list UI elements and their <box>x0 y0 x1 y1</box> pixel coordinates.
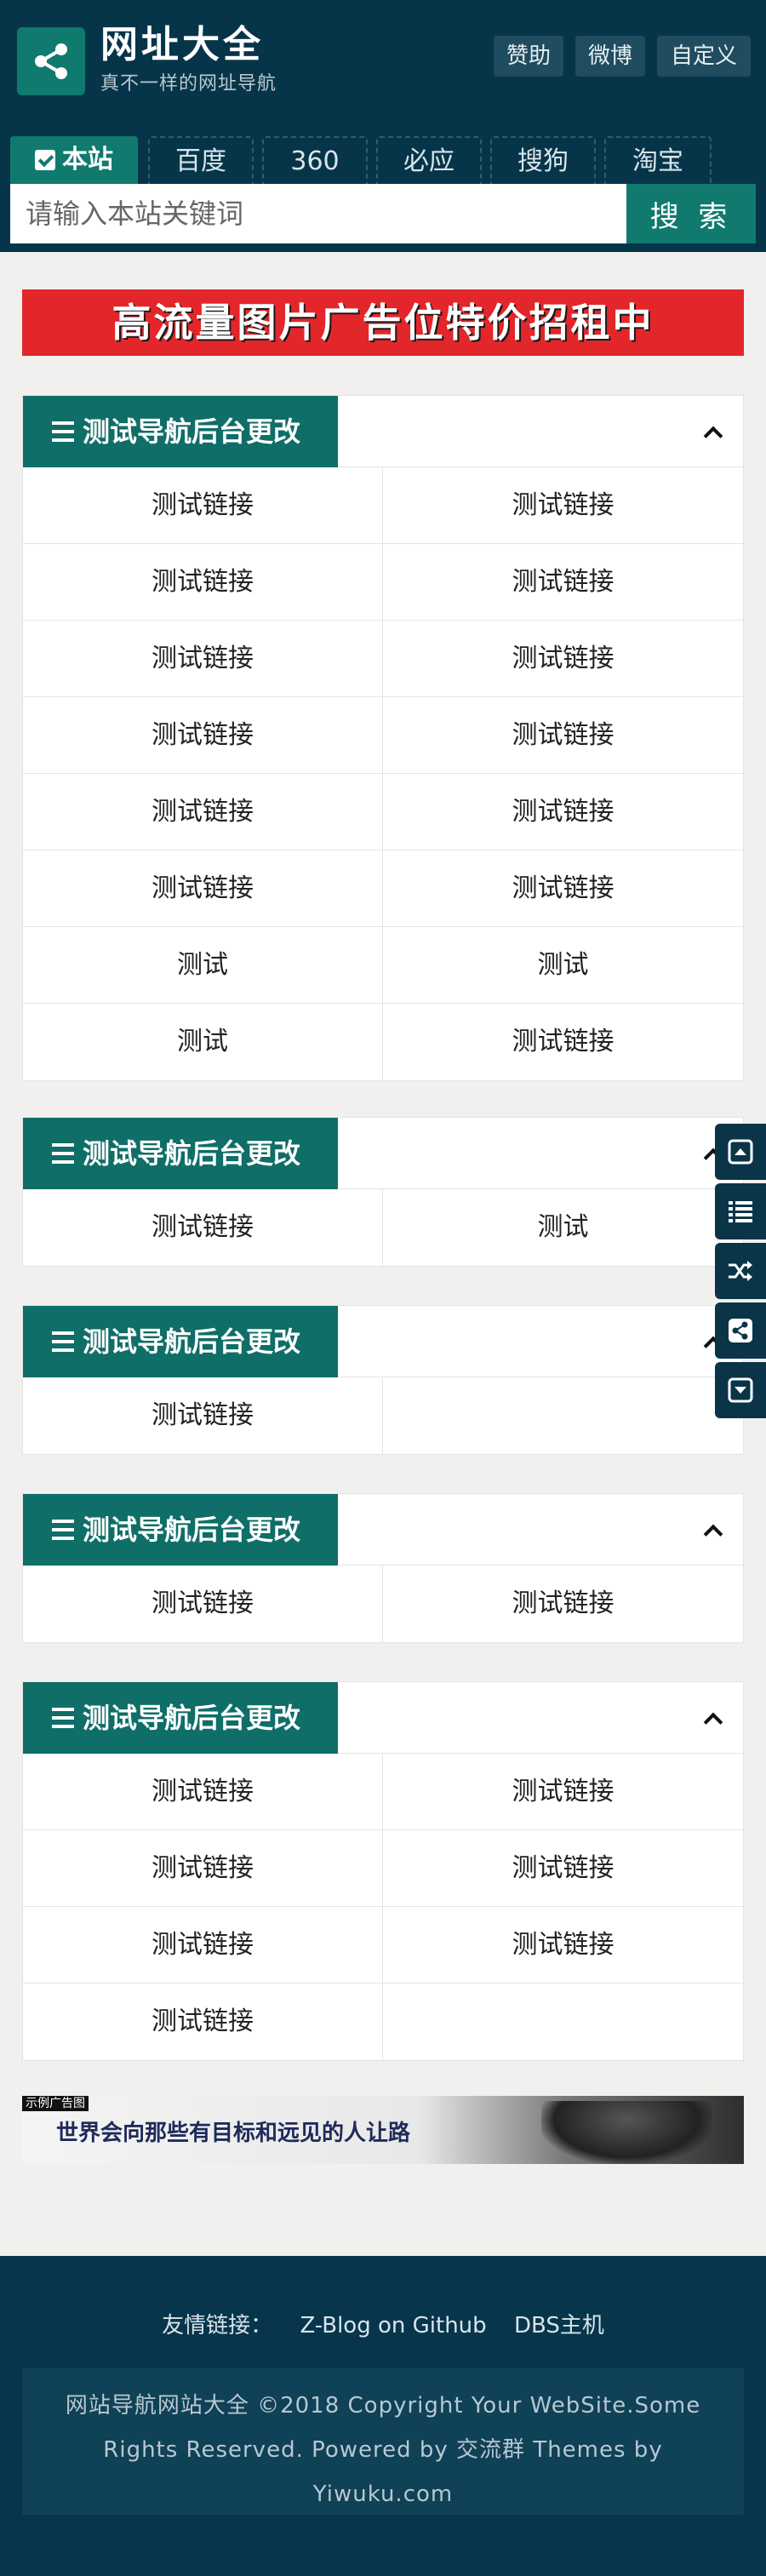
site-subtitle: 真不一样的网址导航 <box>100 73 277 94</box>
nav-section: 测试导航后台更改 测试链接 <box>22 1305 744 1455</box>
nav-link[interactable]: 测试链接 <box>23 1377 383 1454</box>
chevron-up-icon[interactable] <box>702 1708 723 1728</box>
tab-baidu[interactable]: 百度 <box>148 136 254 184</box>
tab-taobao[interactable]: 淘宝 <box>604 136 712 184</box>
ad-tag: 示例广告图 <box>22 2096 89 2111</box>
arrow-down-icon <box>728 1377 753 1403</box>
section-title: 测试导航后台更改 <box>23 1118 338 1189</box>
menu-icon <box>52 1520 74 1540</box>
nav-link[interactable]: 测试链接 <box>383 1566 743 1642</box>
section-title: 测试导航后台更改 <box>23 1682 338 1754</box>
ad-image[interactable]: 示例广告图 世界会向那些有目标和远见的人让路 <box>22 2096 744 2164</box>
tab-sogou[interactable]: 搜狗 <box>490 136 596 184</box>
nav-link[interactable]: 测试链接 <box>23 697 383 774</box>
nav-link[interactable]: 测试链接 <box>23 467 383 544</box>
share-button[interactable] <box>715 1302 766 1359</box>
menu-icon <box>52 1143 74 1164</box>
checkbox-checked-icon <box>35 150 55 170</box>
nav-section: 测试导航后台更改 测试链接 测试链接 测试链接 测试链接 测试链接 测试链接 测… <box>22 395 744 1081</box>
site-logo[interactable] <box>17 27 85 95</box>
nav-link[interactable]: 测试链接 <box>23 1189 383 1266</box>
nav-link[interactable]: 测试链接 <box>383 1754 743 1830</box>
nav-section: 测试导航后台更改 测试链接 测试 <box>22 1117 744 1267</box>
section-header: 测试导航后台更改 <box>23 396 743 467</box>
random-icon <box>729 1261 752 1281</box>
nav-link[interactable]: 测试链接 <box>383 1004 743 1080</box>
nav-section: 测试导航后台更改 测试链接 测试链接 测试链接 测试链接 测试链接 测试链接 测… <box>22 1681 744 2061</box>
nav-link[interactable]: 测试链接 <box>23 1830 383 1907</box>
scroll-top-button[interactable] <box>715 1124 766 1180</box>
site-footer: 友情链接： Z-Blog on Github DBS主机 网站导航网站大全 ©2… <box>0 2256 766 2576</box>
nav-link[interactable]: 测试链接 <box>383 467 743 544</box>
share-icon <box>729 1319 752 1342</box>
section-header: 测试导航后台更改 <box>23 1118 743 1189</box>
site-header: 网址大全 真不一样的网址导航 赞助 微博 自定义 本站 百度 360 必应 搜狗… <box>0 0 766 252</box>
ad-person-photo <box>541 2101 712 2164</box>
friend-link-dbs[interactable]: DBS主机 <box>514 2313 604 2338</box>
ad-slogan: 世界会向那些有目标和远见的人让路 <box>56 2121 411 2146</box>
link-grid: 测试链接 测试链接 测试链接 测试链接 测试链接 测试链接 测试链接 测试链接 … <box>23 467 743 1080</box>
nav-link[interactable]: 测试链接 <box>383 1907 743 1984</box>
search-engine-tabs: 本站 百度 360 必应 搜狗 淘宝 <box>10 136 756 184</box>
nav-link[interactable]: 测试 <box>383 1189 743 1266</box>
section-header: 测试导航后台更改 <box>23 1494 743 1566</box>
nav-link[interactable]: 测试 <box>23 1004 383 1080</box>
chevron-up-icon[interactable] <box>702 421 723 442</box>
nav-link[interactable]: 测试链接 <box>23 774 383 850</box>
section-title: 测试导航后台更改 <box>23 1306 338 1377</box>
nav-link[interactable]: 测试链接 <box>383 774 743 850</box>
list-button[interactable] <box>715 1183 766 1239</box>
nav-link[interactable]: 测试链接 <box>383 1830 743 1907</box>
friend-links-label: 友情链接： <box>162 2313 273 2338</box>
menu-icon <box>52 1331 74 1352</box>
site-title[interactable]: 网址大全 <box>100 24 264 66</box>
section-header: 测试导航后台更改 <box>23 1682 743 1754</box>
nav-link[interactable]: 测试链接 <box>383 621 743 697</box>
nav-link[interactable]: 测试链接 <box>23 850 383 927</box>
chevron-up-icon[interactable] <box>702 1520 723 1540</box>
nav-link[interactable]: 测试链接 <box>23 1907 383 1984</box>
search-button[interactable]: 搜 索 <box>626 184 756 243</box>
tab-360[interactable]: 360 <box>262 136 368 184</box>
nav-link[interactable]: 测试链接 <box>383 697 743 774</box>
menu-icon <box>52 421 74 442</box>
link-grid: 测试链接 <box>23 1377 743 1454</box>
friend-link-zblog[interactable]: Z-Blog on Github <box>300 2313 486 2338</box>
friend-links: 友情链接： Z-Blog on Github DBS主机 <box>0 2309 766 2343</box>
customize-button[interactable]: 自定义 <box>657 36 751 77</box>
nav-section: 测试导航后台更改 测试链接 测试链接 <box>22 1493 744 1643</box>
ad-banner[interactable]: 高流量图片广告位特价招租中 <box>22 289 744 356</box>
random-button[interactable] <box>715 1243 766 1299</box>
nav-link[interactable]: 测试链接 <box>23 1566 383 1642</box>
section-header: 测试导航后台更改 <box>23 1306 743 1377</box>
scroll-bottom-button[interactable] <box>715 1362 766 1418</box>
link-grid: 测试链接 测试 <box>23 1189 743 1266</box>
nav-link[interactable]: 测试链接 <box>383 544 743 621</box>
link-grid: 测试链接 测试链接 测试链接 测试链接 测试链接 测试链接 测试链接 <box>23 1754 743 2060</box>
arrow-up-icon <box>728 1139 753 1165</box>
search-input[interactable] <box>10 184 626 243</box>
tab-bing[interactable]: 必应 <box>376 136 482 184</box>
nav-link[interactable]: 测试链接 <box>23 544 383 621</box>
tab-site[interactable]: 本站 <box>10 136 138 184</box>
nav-link[interactable]: 测试 <box>383 927 743 1004</box>
weibo-button[interactable]: 微博 <box>575 36 645 77</box>
copyright-text: 网站导航网站大全 ©2018 Copyright Your WebSite.So… <box>22 2368 744 2515</box>
link-grid: 测试链接 测试链接 <box>23 1566 743 1642</box>
nav-link[interactable]: 测试链接 <box>23 621 383 697</box>
nav-link[interactable]: 测试 <box>23 927 383 1004</box>
menu-icon <box>52 1708 74 1728</box>
share-logo-icon <box>35 43 67 79</box>
sponsor-button[interactable]: 赞助 <box>494 36 563 77</box>
nav-link[interactable]: 测试链接 <box>383 850 743 927</box>
list-icon <box>729 1201 752 1222</box>
nav-link[interactable]: 测试链接 <box>23 1754 383 1830</box>
section-title: 测试导航后台更改 <box>23 396 338 467</box>
nav-link[interactable]: 测试链接 <box>23 1984 383 2060</box>
section-title: 测试导航后台更改 <box>23 1494 338 1566</box>
